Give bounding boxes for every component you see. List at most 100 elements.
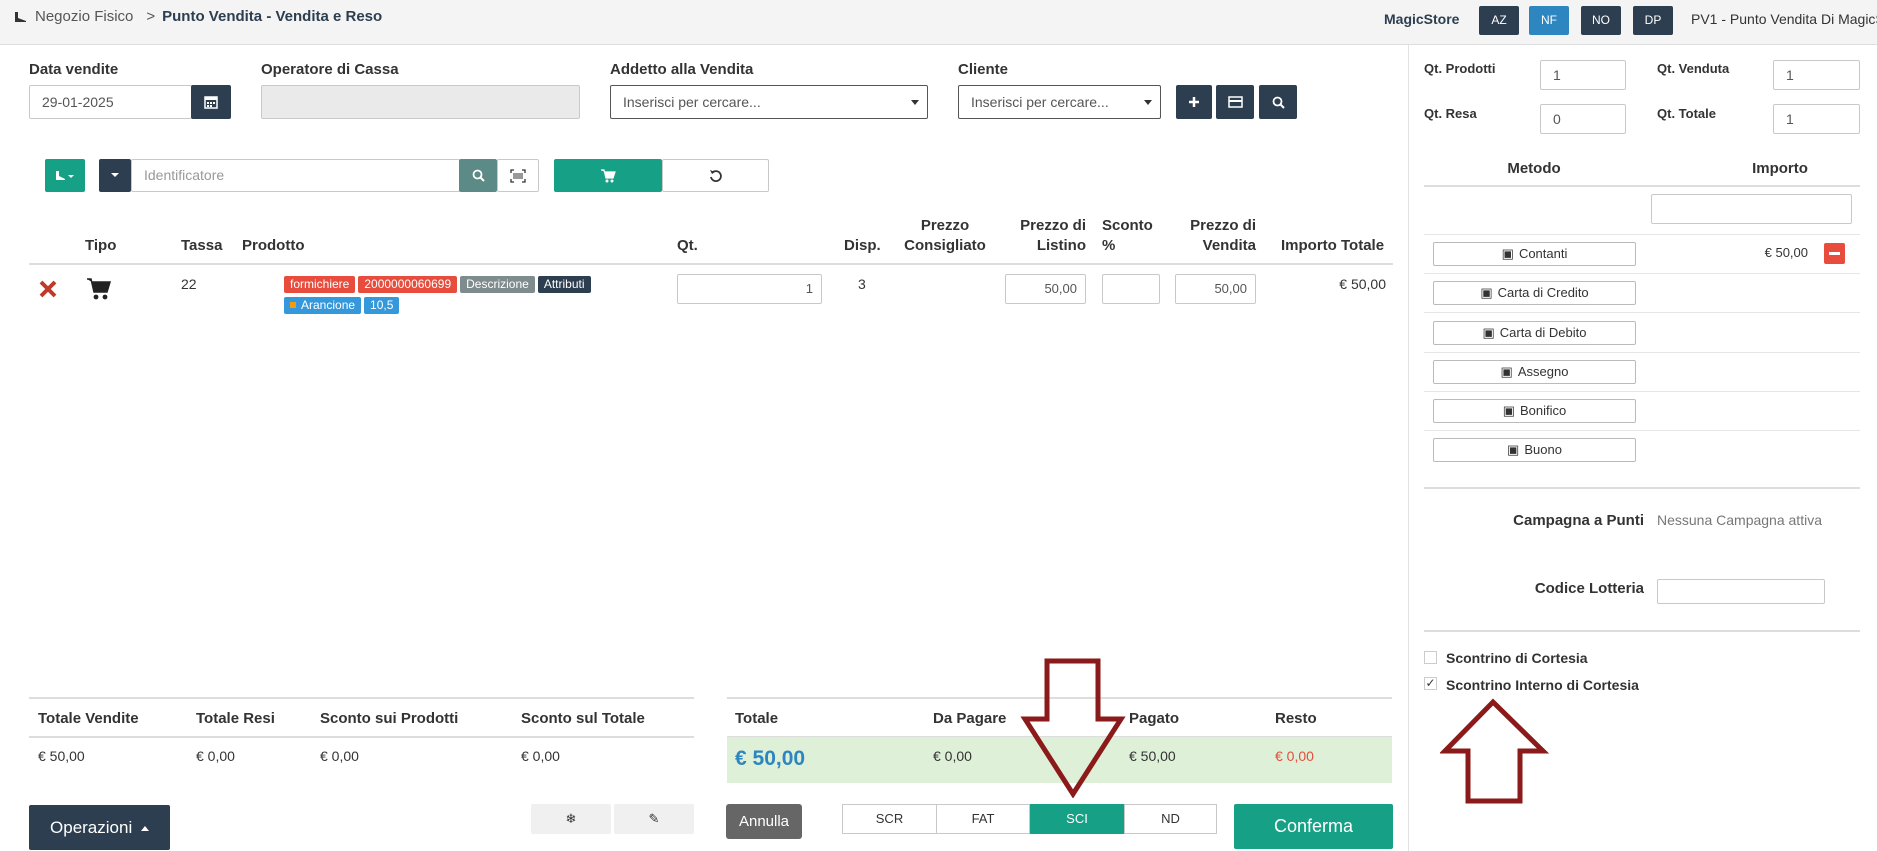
scontrino-cortesia-label: Scontrino di Cortesia: [1446, 650, 1588, 666]
lotteria-input[interactable]: [1657, 579, 1825, 604]
doc-type-nd[interactable]: ND: [1124, 804, 1217, 834]
doc-type-fat[interactable]: FAT: [936, 804, 1030, 834]
identifier-search-button[interactable]: [459, 159, 497, 192]
cart-icon: [601, 169, 616, 183]
size-tag: 10,5: [364, 297, 400, 314]
operazioni-label: Operazioni: [50, 818, 133, 837]
money-icon: ▣: [1482, 325, 1495, 340]
qt-input[interactable]: 1: [677, 274, 822, 304]
payment-row-divider: [1424, 352, 1860, 353]
method-buono-button[interactable]: ▣ Buono: [1433, 438, 1636, 462]
switch-nf-button[interactable]: NF: [1529, 6, 1569, 35]
snowflake-button[interactable]: ❄: [531, 804, 611, 834]
method-carta-debito-button[interactable]: ▣ Carta di Debito: [1433, 321, 1636, 345]
calendar-icon: [204, 96, 218, 109]
method-contanti-button[interactable]: ▣ Contanti: [1433, 242, 1636, 266]
money-icon: ▣: [1502, 403, 1516, 418]
cart-icon: [87, 278, 112, 300]
col-tassa-header: Tassa: [181, 237, 223, 254]
conferma-button[interactable]: Conferma: [1234, 804, 1393, 849]
undo-icon: [709, 170, 722, 182]
resto-label: Resto: [1275, 710, 1317, 727]
col-prezzo-vendita-header: Prezzo di Vendita: [1176, 216, 1256, 256]
metodo-header: Metodo: [1507, 160, 1561, 177]
sale-type-dropdown[interactable]: [45, 159, 85, 192]
breadcrumb-separator: >: [146, 8, 156, 25]
assistant-label: Addetto alla Vendita: [610, 61, 754, 78]
identifier-input[interactable]: Identificatore: [131, 159, 460, 192]
add-client-button[interactable]: [1176, 85, 1212, 119]
breadcrumb-root[interactable]: Negozio Fisico: [35, 8, 133, 25]
remove-payment-button[interactable]: [1824, 243, 1845, 264]
assistant-select[interactable]: Inserisci per cercare...: [610, 85, 928, 119]
header-line: Prezzo di: [1190, 217, 1256, 234]
switch-dp-button[interactable]: DP: [1633, 6, 1673, 35]
row-importo: € 50,00: [1339, 276, 1386, 292]
description-tag[interactable]: Descrizione: [460, 276, 535, 293]
col-prezzo-listino-header: Prezzo di Listino: [1006, 216, 1086, 256]
table-header-divider: [29, 263, 1393, 265]
date-label: Data vendite: [29, 61, 119, 78]
checkmark-icon: ✓: [1425, 676, 1436, 690]
operazioni-button[interactable]: Operazioni: [29, 805, 170, 850]
switch-az-button[interactable]: AZ: [1479, 6, 1519, 35]
identifier-type-dropdown[interactable]: [99, 159, 131, 192]
payment-row-divider: [1424, 391, 1860, 392]
prezzo-listino-input[interactable]: 50,00: [1005, 274, 1086, 304]
method-assegno-button[interactable]: ▣ Assegno: [1433, 360, 1636, 384]
annulla-button[interactable]: Annulla: [726, 804, 802, 839]
client-label: Cliente: [958, 61, 1009, 78]
snowflake-icon: ❄: [565, 811, 577, 826]
annotation-arrow-down-icon: [1020, 658, 1126, 798]
doc-type-sci[interactable]: SCI: [1030, 804, 1124, 834]
assistant-placeholder: Inserisci per cercare...: [623, 94, 761, 110]
payment-row-divider: [1424, 234, 1860, 235]
client-search-button[interactable]: [1259, 85, 1297, 119]
right-panel-divider: [1408, 45, 1409, 851]
sconto-totale-value: € 0,00: [521, 748, 560, 764]
remove-row-icon[interactable]: [38, 279, 58, 299]
method-carta-credito-button[interactable]: ▣ Carta di Credito: [1433, 281, 1636, 305]
prezzo-vendita-input[interactable]: 50,00: [1175, 274, 1256, 304]
date-input[interactable]: 29-01-2025: [29, 85, 192, 119]
col-disp-header: Disp.: [844, 237, 881, 254]
header-line: Listino: [1036, 237, 1086, 254]
plus-icon: [1189, 97, 1199, 107]
payment-amount-input[interactable]: [1651, 194, 1852, 224]
cart-button[interactable]: [554, 159, 662, 192]
scontrino-cortesia-checkbox[interactable]: [1424, 651, 1437, 664]
caret-down-icon: [911, 100, 919, 105]
header-line: Vendita: [1202, 237, 1256, 254]
barcode-scan-button[interactable]: [497, 159, 539, 192]
method-label: Carta di Credito: [1497, 285, 1589, 300]
sconto-input[interactable]: [1102, 274, 1160, 304]
barcode-scan-icon: [510, 169, 526, 183]
switch-no-button[interactable]: NO: [1581, 6, 1621, 35]
calendar-button[interactable]: [191, 85, 231, 119]
product-name-tag: formichiere: [284, 276, 356, 293]
annotation-arrow-up-icon: [1440, 698, 1550, 804]
payment-row-divider: [1424, 430, 1860, 431]
col-prodotto-header: Prodotto: [242, 237, 305, 254]
money-icon: ▣: [1480, 285, 1493, 300]
scontrino-interno-checkbox[interactable]: ✓: [1424, 677, 1437, 690]
attributes-tag[interactable]: Attributi: [537, 276, 591, 293]
color-swatch-icon: [290, 302, 296, 308]
client-card-button[interactable]: [1216, 85, 1254, 119]
qt-prodotti-field: 1: [1540, 60, 1626, 90]
qt-totale-label: Qt. Totale: [1657, 106, 1716, 121]
client-placeholder: Inserisci per cercare...: [971, 94, 1109, 110]
reset-button[interactable]: [662, 159, 769, 192]
qt-venduta-field: 1: [1773, 60, 1860, 90]
doc-type-scr[interactable]: SCR: [842, 804, 937, 834]
eraser-button[interactable]: ✎: [614, 804, 694, 834]
method-bonifico-button[interactable]: ▣ Bonifico: [1433, 399, 1636, 423]
da-pagare-value: € 0,00: [933, 748, 972, 764]
totale-label: Totale: [735, 710, 779, 727]
col-prezzo-consigliato-header: Prezzo Consigliato: [895, 216, 995, 256]
breadcrumb-current: Punto Vendita - Vendita e Reso: [162, 8, 383, 25]
top-bar: Negozio Fisico > Punto Vendita - Vendita…: [0, 0, 1877, 45]
store-name: MagicStore: [1384, 11, 1460, 27]
client-select[interactable]: Inserisci per cercare...: [958, 85, 1161, 119]
header-line: Prezzo di: [1020, 217, 1086, 234]
